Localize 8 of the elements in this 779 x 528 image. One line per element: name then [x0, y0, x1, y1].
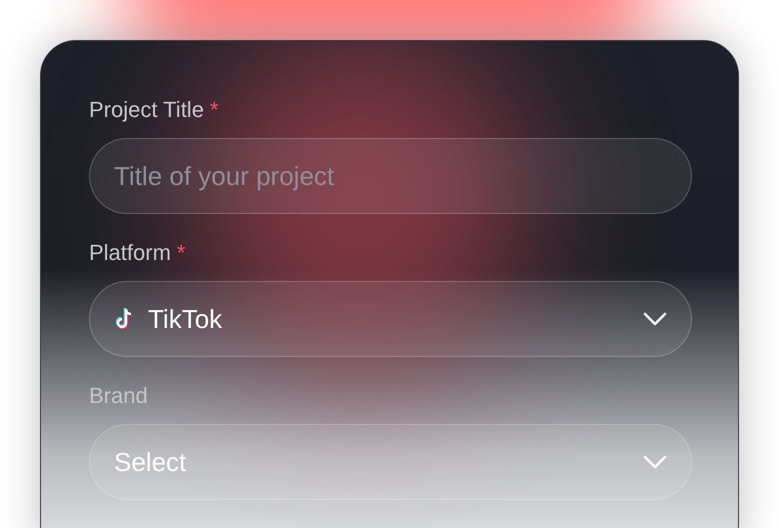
- field-label: Project Title: [89, 96, 204, 124]
- required-asterisk: *: [210, 96, 218, 124]
- field-label: Platform: [89, 239, 171, 267]
- required-asterisk: *: [176, 239, 186, 267]
- field-label: Brand: [89, 382, 148, 410]
- chevron-down-icon: [643, 455, 667, 469]
- chevron-down-icon: [643, 312, 667, 326]
- select-dropdown[interactable]: TikTok: [89, 281, 692, 357]
